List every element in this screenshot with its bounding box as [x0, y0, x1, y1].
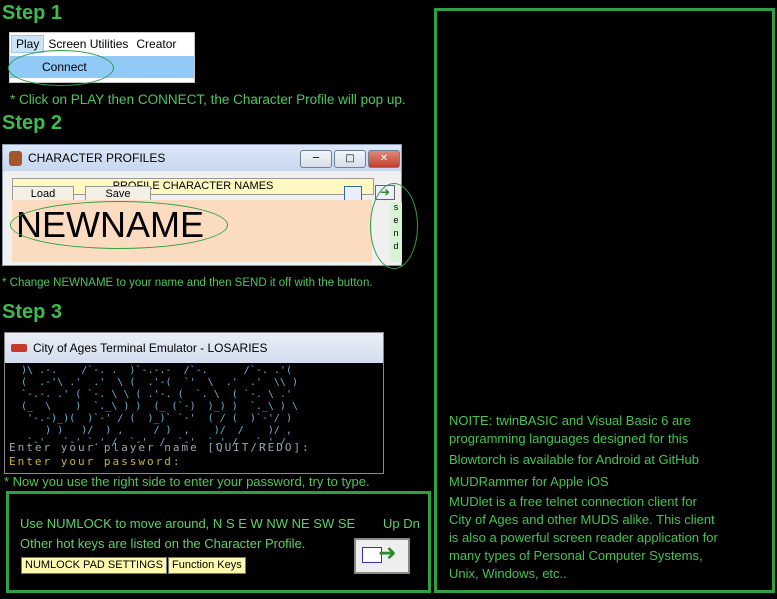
terminal-titlebar: City of Ages Terminal Emulator - LOSARIE… — [5, 333, 383, 363]
terminal-app-icon — [11, 344, 27, 352]
menu-screen-utilities[interactable]: Screen Utilities — [44, 37, 132, 51]
ascii-logo: )\ .-. /`-. . )`-.-.- /`-. /`-. .'( ( .-… — [21, 365, 298, 448]
numlock-pad-settings-button[interactable]: NUMLOCK PAD SETTINGS — [21, 557, 167, 574]
app-icon — [9, 150, 22, 166]
prompt-password: Enter your password: — [9, 455, 182, 468]
terminal-title: City of Ages Terminal Emulator - LOSARIE… — [33, 341, 268, 355]
terminal-window: City of Ages Terminal Emulator - LOSARIE… — [4, 332, 384, 474]
info-panel: NOITE: twinBASIC and Visual Basic 6 are … — [434, 8, 775, 593]
maximize-button[interactable]: □ — [334, 150, 366, 168]
numlock-info-box: Use NUMLOCK to move around, N S E W NW N… — [6, 491, 431, 593]
numlock-line2: Other hot keys are listed on the Charact… — [20, 536, 306, 551]
keyboard-icon[interactable] — [344, 186, 362, 201]
noite-text: NOITE: twinBASIC and Visual Basic 6 are … — [449, 413, 691, 446]
hint-step1: * Click on PLAY then CONNECT, the Charac… — [10, 92, 406, 107]
name-highlight-ellipse — [10, 201, 228, 249]
mudrammer-text: MUDRammer for Apple iOS — [449, 474, 609, 489]
step1-heading: Step 1 — [2, 2, 63, 24]
move-arrow-icon[interactable]: ➜ — [354, 538, 410, 574]
send-highlight-ellipse — [370, 183, 418, 269]
blowtorch-text: Blowtorch is available for Android at Gi… — [449, 452, 700, 467]
step3-heading: Step 3 — [2, 301, 63, 323]
prompt-player-name: Enter your player name [QUIT/REDO]: — [9, 441, 311, 454]
step2-heading: Step 2 — [2, 112, 63, 134]
hint-step3: * Now you use the right side to enter yo… — [4, 474, 370, 489]
numlock-line1: Use NUMLOCK to move around, N S E W NW N… — [20, 516, 356, 531]
function-keys-button[interactable]: Function Keys — [168, 557, 246, 574]
menu-play[interactable]: Play — [11, 35, 45, 53]
up-down-label: Up Dn — [383, 516, 420, 531]
window-title: CHARACTER PROFILES — [28, 151, 166, 165]
highlight-ellipse — [8, 50, 114, 86]
menu-creator[interactable]: Creator — [132, 37, 180, 51]
hint-step2: * Change NEWNAME to your name and then S… — [2, 277, 373, 289]
mudlet-text: MUDlet is a free telnet connection clien… — [449, 494, 718, 581]
minimize-button[interactable]: ─ — [300, 150, 332, 168]
close-button[interactable]: ✕ — [368, 150, 400, 168]
